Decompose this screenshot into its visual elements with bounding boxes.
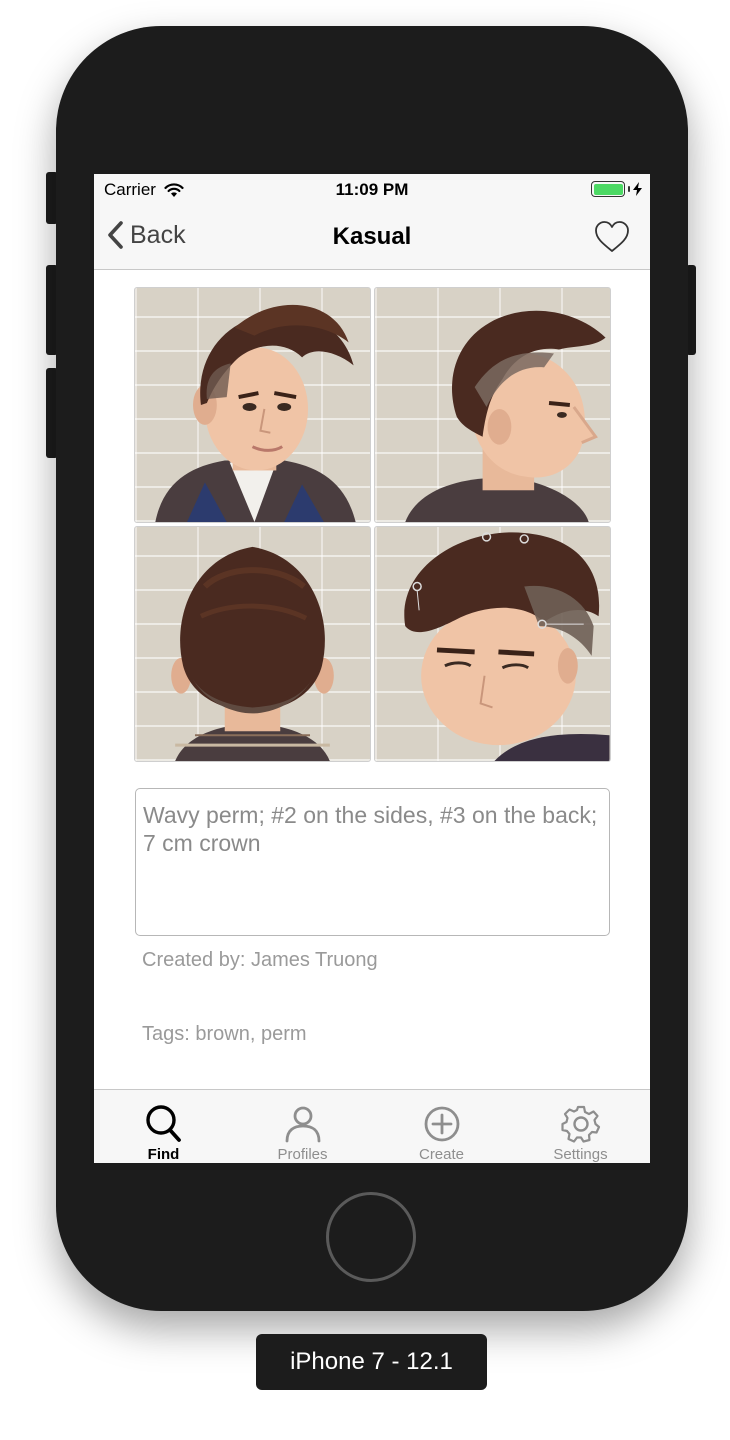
tab-create-label: Create xyxy=(418,1146,465,1163)
gear-icon xyxy=(560,1105,600,1143)
tab-create[interactable]: Create xyxy=(372,1090,511,1163)
page-title: Kasual xyxy=(332,223,412,250)
battery-indicator xyxy=(591,181,642,197)
tab-profiles[interactable]: Profiles xyxy=(233,1090,372,1163)
tab-profiles-label: Profiles xyxy=(277,1146,328,1163)
charging-bolt-icon xyxy=(633,182,642,196)
favorite-button[interactable] xyxy=(594,220,630,254)
photo-top-illustration xyxy=(404,532,610,761)
created-by-label: Created by: James Truong xyxy=(142,949,378,971)
photo-back-view[interactable] xyxy=(134,526,371,762)
tab-find-label: Find xyxy=(147,1146,180,1163)
description-text-view[interactable]: Wavy perm; #2 on the sides, #3 on the ba… xyxy=(135,788,610,936)
navigation-bar: Back Kasual xyxy=(94,204,650,270)
photo-front-illustration xyxy=(155,304,356,522)
battery-level-fill xyxy=(593,183,623,195)
status-bar: Carrier 11:09 PM xyxy=(94,174,650,204)
tab-settings[interactable]: Settings xyxy=(511,1090,650,1163)
plus-circle-icon xyxy=(424,1106,459,1142)
device-name-label: iPhone 7 - 12.1 xyxy=(256,1334,487,1390)
hairstyle-photo-grid xyxy=(134,287,611,762)
photo-front-view[interactable] xyxy=(134,287,371,523)
person-icon xyxy=(285,1106,320,1143)
status-time: 11:09 PM xyxy=(335,180,409,199)
heart-outline-icon xyxy=(595,221,629,252)
tab-bar: Find Profiles Create Settings xyxy=(94,1089,650,1163)
tab-find[interactable]: Find xyxy=(94,1090,233,1163)
photo-top-view[interactable] xyxy=(374,526,611,762)
simulator-stage: Carrier 11:09 PM Back Kasual Wavy perm; … xyxy=(0,0,730,1440)
tags-label: Tags: brown, perm xyxy=(142,1023,307,1045)
app-screen: Carrier 11:09 PM Back Kasual Wavy perm; … xyxy=(94,174,650,1163)
photo-side-illustration xyxy=(405,310,606,522)
battery-icon xyxy=(591,181,625,197)
photo-back-illustration xyxy=(171,546,334,761)
search-icon xyxy=(145,1105,181,1142)
tab-settings-label: Settings xyxy=(553,1146,608,1163)
home-button[interactable] xyxy=(326,1192,416,1282)
photo-side-view[interactable] xyxy=(374,287,611,523)
